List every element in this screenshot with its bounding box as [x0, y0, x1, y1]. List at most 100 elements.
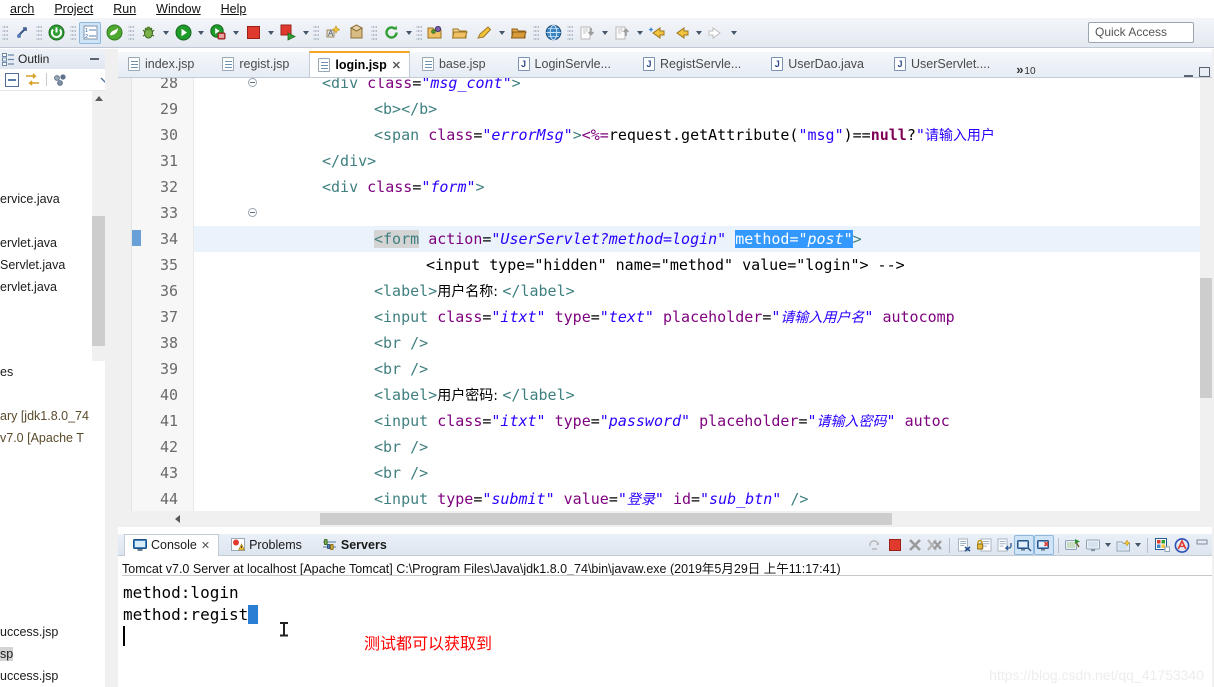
editor-tab-base-jsp[interactable]: base.jsp	[414, 51, 494, 77]
pen-edit-icon[interactable]	[473, 22, 495, 44]
run-last-icon[interactable]	[277, 22, 299, 44]
refresh-green-icon[interactable]	[380, 22, 402, 44]
toolbar-grip-3[interactable]	[70, 23, 76, 42]
code-text[interactable]: <div class="msg_cont"> <b></b> <span cla…	[194, 78, 1214, 518]
editor-horizontal-scrollbar[interactable]	[118, 511, 1214, 527]
terminate-all-icon[interactable]	[865, 535, 885, 555]
ansi-console-icon[interactable]	[1172, 535, 1192, 555]
editor-minimize-icon[interactable]	[1184, 68, 1193, 77]
numbered-list-icon[interactable]: 12	[79, 21, 101, 44]
back-arrow-icon[interactable]	[670, 22, 692, 44]
tree-item[interactable]: es	[0, 365, 13, 379]
link-with-editor-icon[interactable]	[25, 72, 40, 87]
editor-tab-registservlet[interactable]: J RegistServle...	[635, 51, 749, 77]
scroll-up-arrow-icon[interactable]	[92, 91, 105, 106]
close-icon[interactable]: ✕	[201, 539, 210, 552]
scrollbar-thumb[interactable]	[320, 513, 892, 525]
back-history-icon[interactable]	[646, 22, 668, 44]
back-dropdown-arrow-icon[interactable]	[693, 22, 704, 44]
toolbar-grip-4[interactable]	[128, 23, 134, 42]
tree-item[interactable]: Servlet.java	[0, 258, 65, 272]
tree-item[interactable]: ervice.java	[0, 192, 60, 206]
scrollbar-thumb[interactable]	[92, 216, 105, 346]
toolbar-grip-5[interactable]	[313, 23, 319, 42]
stop-dropdown-arrow-icon[interactable]	[265, 22, 276, 44]
editor-tab-userservlet[interactable]: J UserServlet....	[886, 51, 998, 77]
close-icon[interactable]: ✕	[392, 59, 401, 72]
minimize-icon[interactable]	[90, 51, 99, 60]
new-package-icon[interactable]	[346, 22, 368, 44]
tree-item[interactable]: uccess.jsp	[0, 669, 58, 683]
toolbar-grip-2[interactable]	[36, 23, 42, 42]
debug-dropdown-arrow-icon[interactable]	[160, 22, 171, 44]
open-resource-icon[interactable]	[508, 22, 530, 44]
link-broken-icon[interactable]	[11, 22, 33, 44]
export-icon[interactable]	[611, 22, 633, 44]
show-console-on-error-icon[interactable]	[1034, 535, 1054, 555]
editor-tab-userdao[interactable]: J UserDao.java	[763, 51, 872, 77]
forward-arrow-icon[interactable]	[705, 22, 727, 44]
import-dropdown-arrow-icon[interactable]	[599, 22, 610, 44]
scroll-lock-icon[interactable]	[974, 535, 994, 555]
editor-folding-ruler[interactable]	[182, 78, 257, 518]
tab-problems[interactable]: Problems	[223, 534, 310, 556]
import-icon[interactable]	[576, 22, 598, 44]
refresh-dropdown-arrow-icon[interactable]	[403, 22, 414, 44]
toolbar-grip-6[interactable]	[371, 23, 377, 42]
export-dropdown-arrow-icon[interactable]	[634, 22, 645, 44]
editor-maximize-icon[interactable]	[1199, 67, 1210, 77]
tree-item[interactable]: ary [jdk1.8.0_74	[0, 409, 89, 423]
spring-leaf-icon[interactable]	[103, 22, 125, 44]
open-console-dropdown-arrow-icon[interactable]	[1133, 535, 1143, 555]
quick-access-field[interactable]: Quick Access	[1088, 22, 1194, 43]
remove-all-terminated-icon[interactable]	[925, 535, 945, 555]
menu-item-project[interactable]: Project	[44, 0, 103, 18]
tree-item[interactable]: ervlet.java	[0, 280, 57, 294]
collapse-all-icon[interactable]	[4, 72, 19, 87]
view-menu-dots-icon[interactable]	[53, 72, 68, 87]
clear-console-icon[interactable]	[954, 535, 974, 555]
tree-item[interactable]: ervlet.java	[0, 236, 57, 250]
tab-outline[interactable]: Outlin	[0, 52, 49, 66]
open-folder-icon[interactable]	[449, 22, 471, 44]
menu-item-window[interactable]: Window	[146, 0, 210, 18]
show-console-on-output-icon[interactable]	[1014, 535, 1034, 555]
editor-tab-index-jsp[interactable]: index.jsp	[118, 51, 202, 77]
pin-console-icon[interactable]	[1063, 535, 1083, 555]
tab-console[interactable]: Console ✕	[124, 533, 220, 556]
run-last-dropdown-arrow-icon[interactable]	[300, 22, 311, 44]
power-toggle-icon[interactable]	[45, 22, 67, 44]
display-console-dropdown-arrow-icon[interactable]	[1103, 535, 1113, 555]
tree-item-selected[interactable]: sp	[0, 647, 14, 661]
word-wrap-icon[interactable]	[994, 535, 1014, 555]
open-console-icon[interactable]	[1113, 535, 1133, 555]
toolbar-grip[interactable]	[2, 23, 8, 42]
run-dropdown-arrow-icon[interactable]	[195, 22, 206, 44]
editor-tab-login-jsp[interactable]: login.jsp ✕	[309, 51, 410, 77]
menu-item-run[interactable]: Run	[103, 0, 146, 18]
remove-launch-icon[interactable]	[905, 535, 925, 555]
toolbar-grip-8[interactable]	[533, 23, 539, 42]
open-type-icon[interactable]	[425, 22, 447, 44]
menu-item-search[interactable]: arch	[0, 0, 44, 18]
console-view-menu-icon[interactable]	[1192, 535, 1212, 555]
tree-item[interactable]: v7.0 [Apache T	[0, 431, 84, 445]
forward-dropdown-arrow-icon[interactable]	[728, 22, 739, 44]
web-browser-icon[interactable]	[542, 22, 564, 44]
tab-overflow-button[interactable]: » 10	[1010, 62, 1041, 77]
stop-square-icon[interactable]	[242, 22, 264, 44]
editor-tab-loginservlet[interactable]: J LoginServle...	[510, 51, 619, 77]
console-preferences-icon[interactable]	[1152, 535, 1172, 555]
run-server-dropdown-arrow-icon[interactable]	[230, 22, 241, 44]
run-play-icon[interactable]	[172, 22, 194, 44]
toolbar-grip-9[interactable]	[567, 23, 573, 42]
tree-item[interactable]: uccess.jsp	[0, 625, 58, 639]
terminate-icon[interactable]	[885, 535, 905, 555]
new-wizard-icon[interactable]: A	[322, 22, 344, 44]
editor-tab-regist-jsp[interactable]: regist.jsp	[214, 51, 297, 77]
scroll-left-arrow-icon[interactable]	[170, 512, 184, 526]
toolbar-grip-7[interactable]	[416, 23, 422, 42]
tab-servers[interactable]: Servers	[314, 534, 395, 556]
debug-bug-icon[interactable]	[137, 22, 159, 44]
explorer-vertical-scrollbar[interactable]	[92, 91, 105, 361]
